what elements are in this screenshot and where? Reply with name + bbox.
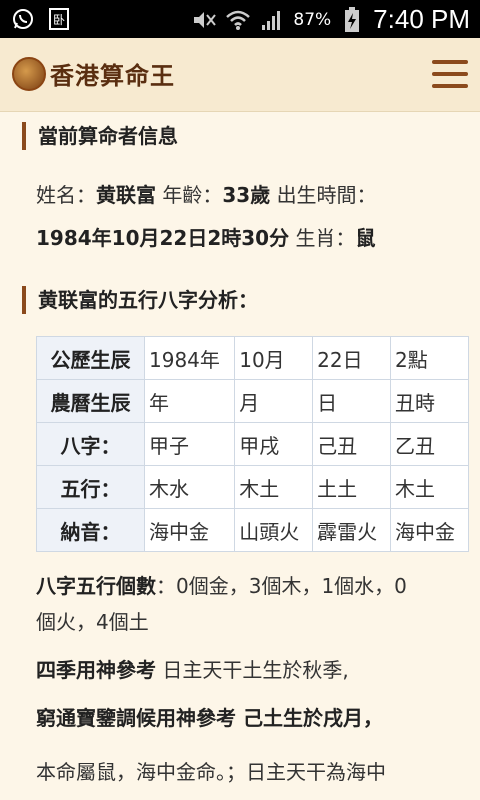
table-cell: 海中金 bbox=[390, 508, 469, 552]
wuxing-count-line1: ：0個金，3個木，1個水，0 bbox=[156, 574, 407, 598]
table-cell: 霹雷火 bbox=[312, 508, 392, 552]
zodiac-value: 鼠 bbox=[355, 226, 376, 250]
age-value: 33歲 bbox=[222, 183, 271, 207]
qiongtong-reference: 窮通寶鑒調候用神參考 己土生於戌月， bbox=[22, 700, 460, 736]
wuxing-count-line2: 個火，4個土 bbox=[36, 610, 149, 634]
season-label: 四季用神參考 bbox=[36, 658, 156, 682]
svg-text:卧: 卧 bbox=[53, 13, 65, 27]
table-row: 農曆生辰 年 月 日 丑時 bbox=[36, 379, 469, 423]
table-cell: 丑時 bbox=[390, 379, 469, 423]
wifi-icon bbox=[225, 7, 251, 33]
bazi-table: 公歷生辰 1984年 10月 22日 2點 農曆生辰 年 月 日 丑時 八字： … bbox=[36, 336, 469, 552]
table-cell: 22日 bbox=[312, 336, 392, 380]
table-cell: 土土 bbox=[312, 465, 392, 509]
section-title-bazi: 黄联富的五行八字分析： bbox=[22, 286, 460, 314]
table-cell: 木土 bbox=[234, 465, 314, 509]
table-cell: 2點 bbox=[390, 336, 469, 380]
hamburger-menu-icon[interactable] bbox=[432, 56, 468, 92]
age-label: 年齡： bbox=[162, 183, 223, 207]
table-cell: 己丑 bbox=[312, 422, 392, 466]
app-notification-icon: 卧 bbox=[46, 6, 72, 32]
birth-label: 出生時間： bbox=[276, 183, 377, 207]
table-cell: 山頭火 bbox=[234, 508, 314, 552]
row-header: 公歷生辰 bbox=[36, 336, 145, 380]
season-text: 日主天干土生於秋季, bbox=[156, 658, 349, 682]
row-header: 八字： bbox=[36, 422, 145, 466]
wuxing-count-label: 八字五行個數 bbox=[36, 574, 156, 598]
logo-emblem-icon bbox=[12, 56, 46, 91]
qiongtong-label: 窮通寶鑒調候用神參考 bbox=[36, 706, 236, 730]
table-cell: 年 bbox=[143, 379, 236, 423]
app-logo[interactable]: 香港算命王 bbox=[12, 56, 175, 91]
birth-value: 1984年10月22日2時30分 bbox=[36, 226, 290, 250]
table-row: 公歷生辰 1984年 10月 22日 2點 bbox=[36, 336, 469, 380]
name-label: 姓名： bbox=[36, 183, 96, 207]
table-cell: 木土 bbox=[390, 465, 469, 509]
main-content: 當前算命者信息 姓名：黄联富 年齡：33歲 出生時間： 1984年10月22日2… bbox=[0, 112, 480, 790]
battery-percent: 87% bbox=[293, 9, 332, 30]
table-cell: 乙丑 bbox=[390, 422, 469, 466]
name-value: 黄联富 bbox=[96, 183, 156, 207]
table-row: 五行： 木水 木土 土土 木土 bbox=[36, 465, 469, 509]
table-row: 八字： 甲子 甲戌 己丑 乙丑 bbox=[36, 422, 469, 466]
mute-icon bbox=[191, 7, 217, 33]
table-cell: 日 bbox=[312, 379, 392, 423]
destiny-text: 本命屬鼠，海中金命。；日主天干為海中 bbox=[36, 760, 386, 784]
app-bar: 香港算命王 bbox=[0, 38, 480, 112]
table-cell: 1984年 bbox=[143, 336, 236, 380]
zodiac-label: 生肖： bbox=[295, 226, 356, 250]
season-reference: 四季用神參考 日主天干土生於秋季, bbox=[22, 652, 460, 688]
row-header: 納音： bbox=[36, 508, 145, 552]
table-cell: 海中金 bbox=[143, 508, 236, 552]
whatsapp-icon bbox=[10, 6, 36, 32]
row-header: 五行： bbox=[36, 465, 145, 509]
table-cell: 10月 bbox=[234, 336, 314, 380]
table-cell: 木水 bbox=[143, 465, 236, 509]
status-bar: 卧 87% 7:40 PM bbox=[0, 0, 480, 38]
signal-icon bbox=[259, 7, 285, 33]
qiongtong-text: 己土生於戌月， bbox=[236, 706, 383, 730]
app-title: 香港算命王 bbox=[50, 61, 175, 90]
clock: 7:40 PM bbox=[373, 4, 470, 34]
table-cell: 甲戌 bbox=[234, 422, 314, 466]
wuxing-count: 八字五行個數：0個金，3個木，1個水，0 個火，4個土 bbox=[22, 568, 460, 640]
section-title-current-info: 當前算命者信息 bbox=[22, 122, 460, 150]
row-header: 農曆生辰 bbox=[36, 379, 145, 423]
battery-charging-icon bbox=[339, 6, 365, 33]
person-info: 姓名：黄联富 年齡：33歲 出生時間： 1984年10月22日2時30分 生肖：… bbox=[22, 174, 460, 260]
table-row: 納音： 海中金 山頭火 霹雷火 海中金 bbox=[36, 508, 469, 552]
table-cell: 甲子 bbox=[143, 422, 236, 466]
table-cell: 月 bbox=[234, 379, 314, 423]
